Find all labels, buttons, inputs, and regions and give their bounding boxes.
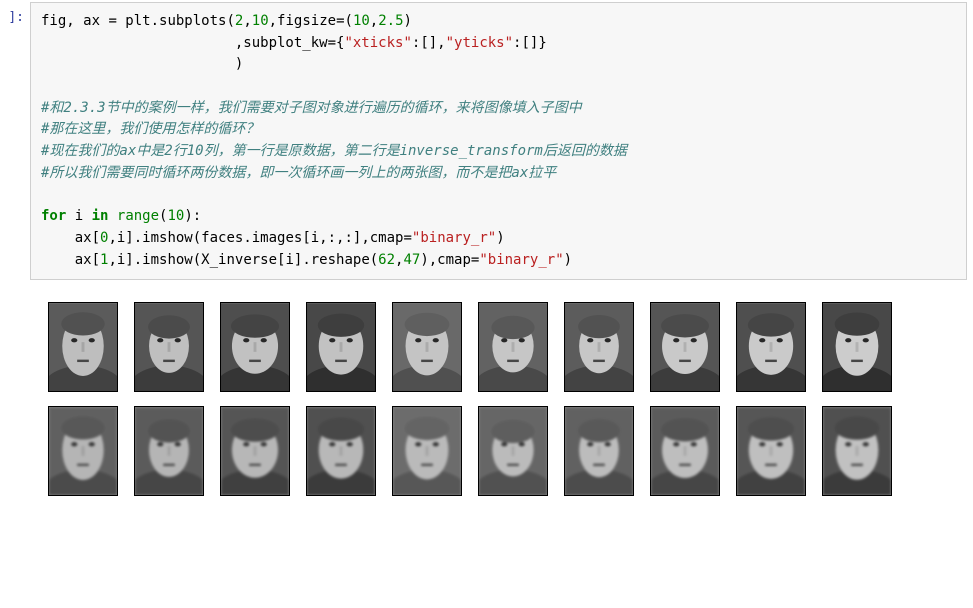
input-prompt: ]:	[0, 0, 28, 25]
face-original	[392, 302, 462, 392]
face-original	[220, 302, 290, 392]
face-reconstructed	[134, 406, 204, 496]
face-reconstructed	[736, 406, 806, 496]
cell-output	[48, 302, 973, 496]
face-original	[650, 302, 720, 392]
output-row-original	[48, 302, 973, 392]
face-original	[736, 302, 806, 392]
face-original	[48, 302, 118, 392]
face-original	[134, 302, 204, 392]
face-original	[564, 302, 634, 392]
face-reconstructed	[220, 406, 290, 496]
face-reconstructed	[822, 406, 892, 496]
face-reconstructed	[392, 406, 462, 496]
face-reconstructed	[650, 406, 720, 496]
face-reconstructed	[564, 406, 634, 496]
code-text: fig, ax = plt.subplots(2,10,figsize=(10,…	[41, 13, 627, 268]
face-original	[306, 302, 376, 392]
face-original	[478, 302, 548, 392]
code-cell[interactable]: fig, ax = plt.subplots(2,10,figsize=(10,…	[30, 2, 967, 280]
face-reconstructed	[478, 406, 548, 496]
output-row-reconstructed	[48, 406, 973, 496]
face-original	[822, 302, 892, 392]
face-reconstructed	[306, 406, 376, 496]
face-reconstructed	[48, 406, 118, 496]
